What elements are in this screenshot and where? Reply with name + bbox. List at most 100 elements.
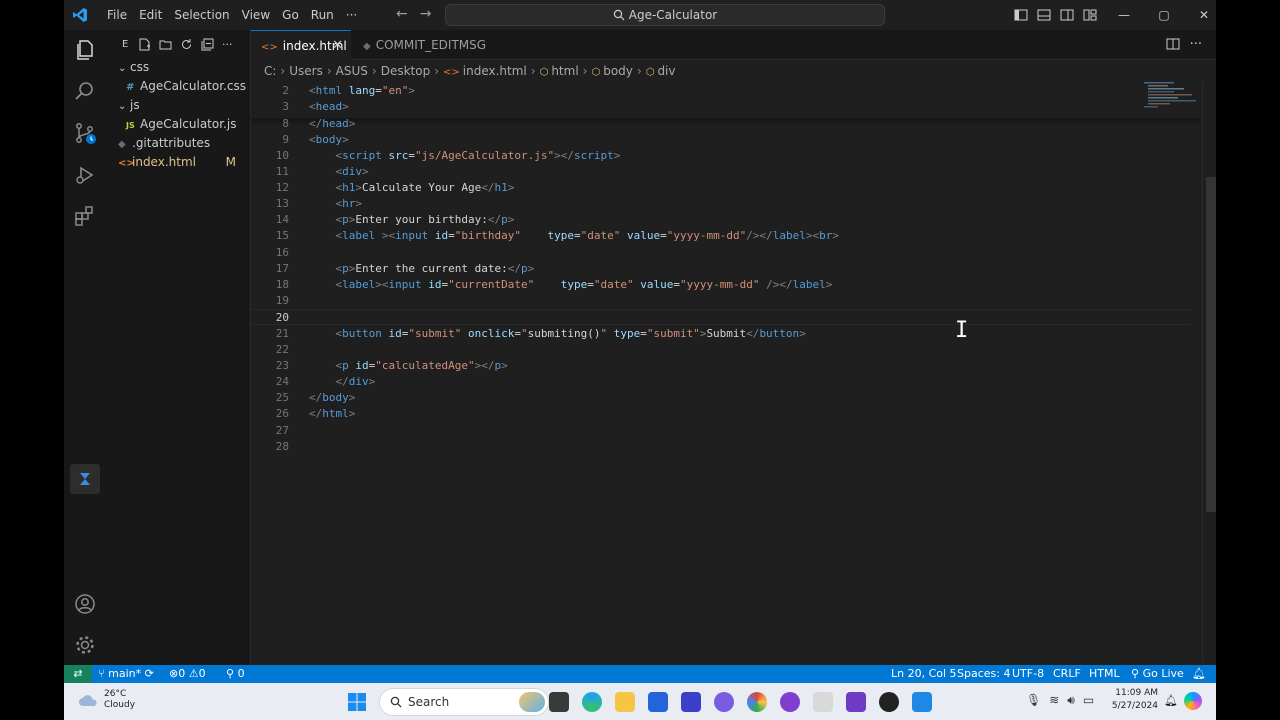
customize-layout-icon[interactable] [1083,8,1097,22]
code-line[interactable]: 15 <label ><input id="birthday" type="da… [251,228,1191,244]
search-view-icon[interactable] [73,79,97,103]
minimap[interactable] [1144,82,1198,122]
breadcrumb-item[interactable]: Users [289,64,323,78]
code-line[interactable]: 22 [251,342,1191,358]
code-line[interactable]: 27 [251,423,1191,439]
toggle-primary-sidebar-icon[interactable] [1014,8,1028,22]
go-live-button[interactable]: ⚲ Go Live [1131,665,1184,683]
snipping-tool-icon[interactable] [813,692,833,712]
code-line[interactable]: 9 <body> [251,132,1191,148]
tab-index-html[interactable]: <> index.html ✕ [251,30,351,60]
code-line[interactable]: 24 </div> [251,374,1191,390]
extensions-icon[interactable] [73,204,97,228]
media-player-icon[interactable] [879,692,899,712]
clock[interactable]: 11:09 AM 5/27/2024 [1108,687,1158,713]
code-line[interactable]: 10 <script src="js/AgeCalculator.js"></s… [251,148,1191,164]
explorer-icon[interactable] [73,38,97,62]
more-actions-icon[interactable]: ··· [222,38,233,51]
code-editor[interactable]: 2 <html lang="en"> 3 <head> 8 </head> 9 <body> 1… [251,83,1216,663]
file-explorer-icon[interactable] [615,692,635,712]
toggle-secondary-sidebar-icon[interactable] [1060,8,1074,22]
photo-editor-icon[interactable] [681,692,701,712]
indentation[interactable]: Spaces: 4 [957,665,1010,683]
wifi-icon[interactable]: ≋ [1049,693,1059,708]
language-mode[interactable]: HTML [1089,665,1120,683]
forward-arrow-icon[interactable]: → [420,6,432,22]
code-line[interactable]: 26 </html> [251,406,1191,422]
encoding[interactable]: UTF-8 [1012,665,1044,683]
tree-file-agecalculator-css[interactable]: # AgeCalculator.css [106,77,250,96]
branch-status[interactable]: ⑂ main* ⟳ [98,665,154,683]
code-line[interactable]: 18 <label><input id="currentDate" type="… [251,277,1191,293]
tree-folder-css[interactable]: ⌄ css [106,58,250,77]
code-line[interactable]: 11 <div> [251,164,1191,180]
tree-file-index-html[interactable]: <>index.html M [106,153,250,172]
breadcrumb-item[interactable]: body [603,64,633,78]
code-line[interactable]: 17 <p>Enter the current date:</p> [251,261,1191,277]
source-control-icon[interactable] [73,121,97,145]
microphone-icon[interactable]: 🎙︎ [1026,693,1041,708]
breadcrumb-item[interactable]: ASUS [336,64,368,78]
tab-commit-editmsg[interactable]: ◆ COMMIT_EDITMSG [353,30,488,60]
collapse-all-icon[interactable] [201,38,214,51]
vscode-taskbar-icon[interactable] [912,692,932,712]
toggle-panel-icon[interactable] [1037,8,1051,22]
clipchamp-icon[interactable] [846,692,866,712]
end-of-line[interactable]: CRLF [1053,665,1081,683]
copilot-icon[interactable] [1184,692,1202,710]
menu-run[interactable]: Run [305,0,340,30]
new-file-icon[interactable] [138,38,151,51]
code-line[interactable]: 2 <html lang="en"> [251,83,1191,99]
microsoft-store-icon[interactable] [648,692,668,712]
chrome-browser-icon[interactable] [747,692,767,712]
code-line[interactable]: 28 [251,439,1191,455]
copilot-app-icon[interactable] [714,692,734,712]
code-line[interactable]: 16 [251,245,1191,261]
breadcrumb-item[interactable]: html [551,64,578,78]
notification-bell-icon[interactable]: 🔔︎ [1164,694,1178,707]
menu-view[interactable]: View [236,0,276,30]
menu-file[interactable]: File [101,0,133,30]
code-line[interactable]: 13 <hr> [251,196,1191,212]
tree-file-agecalculator-js[interactable]: JS AgeCalculator.js [106,115,250,134]
code-line[interactable]: 25 </body> [251,390,1191,406]
breadcrumb-item[interactable]: index.html [463,64,527,78]
menu-edit[interactable]: Edit [133,0,168,30]
code-line[interactable]: 20 [251,309,1191,325]
live-share-tile[interactable] [70,464,100,494]
problems-status[interactable]: ⊗0 ⚠0 [169,665,206,683]
close-icon[interactable]: ✕ [332,31,343,61]
code-line[interactable]: 8 </head> [251,116,1191,132]
menu-more[interactable]: ··· [340,0,363,30]
code-line[interactable]: 12 <h1>Calculate Your Age</h1> [251,180,1191,196]
run-debug-icon[interactable] [73,163,97,187]
scrollbar-thumb[interactable] [1206,177,1216,512]
weather-widget[interactable]: 26°C Cloudy [78,689,135,711]
tree-file-gitattributes[interactable]: ◆ .gitattributes [106,134,250,153]
battery-icon[interactable]: ▭ [1083,693,1094,708]
code-line[interactable]: 23 <p id="calculatedAge"></p> [251,358,1191,374]
menu-selection[interactable]: Selection [168,0,235,30]
remote-indicator-icon[interactable]: ⇄ [64,665,92,683]
menu-go[interactable]: Go [276,0,305,30]
code-line[interactable]: 3 <head> [251,99,1191,115]
close-window-icon[interactable]: ✕ [1184,8,1216,22]
minimize-icon[interactable]: — [1104,8,1144,22]
new-folder-icon[interactable] [159,38,172,51]
code-line[interactable]: 21 <button id="submit" onclick="submitin… [251,326,1191,342]
ports-status[interactable]: ⚲ 0 [226,665,245,683]
windows-start-icon[interactable] [347,692,367,712]
code-line[interactable]: 14 <p>Enter your birthday:</p> [251,212,1191,228]
bell-icon[interactable]: 🔔︎ [1192,665,1206,683]
gear-icon[interactable] [73,633,97,657]
podcast-app-icon[interactable] [780,692,800,712]
breadcrumb-item[interactable]: div [657,64,675,78]
breadcrumb-item[interactable]: Desktop [381,64,431,78]
search-highlight-icon[interactable] [519,692,545,712]
edge-browser-icon[interactable] [582,692,602,712]
tree-folder-js[interactable]: ⌄ js [106,96,250,115]
split-editor-icon[interactable] [1166,37,1180,51]
back-arrow-icon[interactable]: ← [396,6,408,22]
command-center-search[interactable]: Age-Calculator [445,4,885,26]
refresh-icon[interactable] [180,38,193,51]
